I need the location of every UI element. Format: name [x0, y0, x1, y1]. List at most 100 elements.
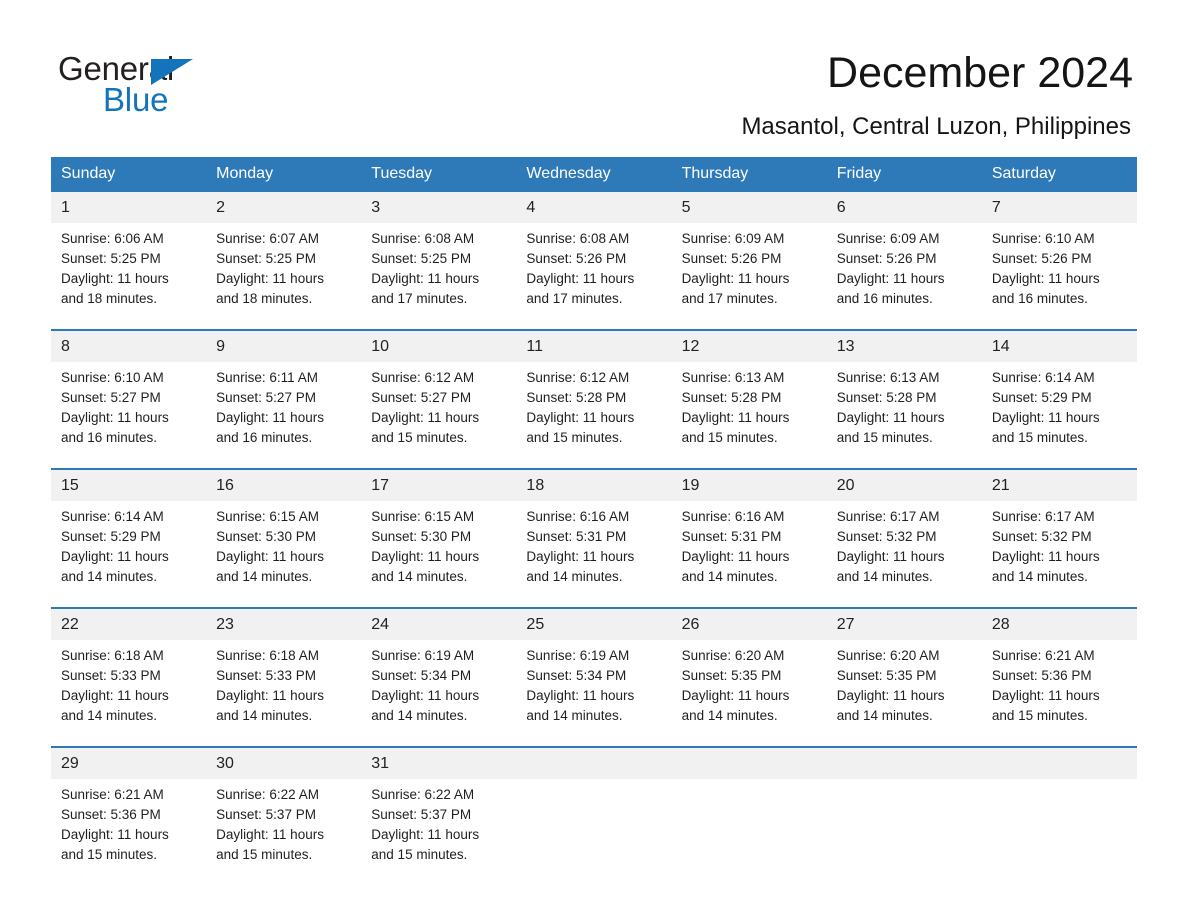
- sunset-text: Sunset: 5:28 PM: [526, 390, 627, 405]
- day-cell[interactable]: Sunrise: 6:14 AM Sunset: 5:29 PM Daylight:…: [981, 362, 1137, 469]
- sunset-text: Sunset: 5:31 PM: [681, 529, 782, 544]
- sunrise-text: Sunrise: 6:15 AM: [371, 509, 475, 524]
- calendar-week-number-row: 15 16 17 18 19 20 21: [51, 468, 1137, 501]
- day-cell[interactable]: Sunrise: 6:20 AM Sunset: 5:35 PM Daylight:…: [671, 640, 827, 747]
- day-cell[interactable]: Sunrise: 6:07 AM Sunset: 5:25 PM Daylight:…: [206, 223, 362, 330]
- calendar-grid: Sunday Monday Tuesday Wednesday Thursday…: [51, 157, 1137, 885]
- daylight-text-line2: and 15 minutes.: [991, 708, 1088, 723]
- day-number[interactable]: 24: [361, 607, 517, 640]
- day-number[interactable]: 9: [206, 329, 362, 362]
- day-cell[interactable]: Sunrise: 6:13 AM Sunset: 5:28 PM Daylight:…: [826, 362, 982, 469]
- calendar-week-detail-row: Sunrise: 6:10 AM Sunset: 5:27 PM Daylight:…: [51, 362, 1137, 469]
- day-number-empty: [981, 746, 1137, 779]
- sunset-text: Sunset: 5:25 PM: [61, 251, 161, 266]
- day-cell[interactable]: Sunrise: 6:15 AM Sunset: 5:30 PM Daylight:…: [361, 501, 517, 608]
- daylight-text-line1: Daylight: 11 hours: [991, 271, 1100, 286]
- daylight-text-line2: and 15 minutes.: [371, 847, 468, 862]
- day-cell-empty: [516, 779, 672, 885]
- day-number[interactable]: 28: [981, 607, 1137, 640]
- day-cell[interactable]: Sunrise: 6:11 AM Sunset: 5:27 PM Daylight:…: [206, 362, 362, 469]
- day-number[interactable]: 25: [516, 607, 672, 640]
- day-number[interactable]: 11: [516, 329, 672, 362]
- day-number[interactable]: 13: [826, 329, 982, 362]
- day-cell[interactable]: Sunrise: 6:21 AM Sunset: 5:36 PM Daylight:…: [981, 640, 1137, 747]
- day-number[interactable]: 10: [361, 329, 517, 362]
- day-cell[interactable]: Sunrise: 6:16 AM Sunset: 5:31 PM Daylight:…: [516, 501, 672, 608]
- general-blue-logo[interactable]: General Blue: [58, 52, 298, 122]
- sunrise-text: Sunrise: 6:06 AM: [61, 231, 164, 246]
- day-cell[interactable]: Sunrise: 6:21 AM Sunset: 5:36 PM Daylight:…: [51, 779, 207, 885]
- day-number[interactable]: 26: [671, 607, 827, 640]
- calendar-week-number-row: 1234567: [51, 192, 1137, 223]
- daylight-text-line1: Daylight: 11 hours: [216, 271, 324, 286]
- day-number[interactable]: 7: [981, 192, 1137, 223]
- day-cell[interactable]: Sunrise: 6:22 AM Sunset: 5:37 PM Daylight:…: [206, 779, 362, 885]
- day-number[interactable]: 20: [826, 468, 982, 501]
- day-cell[interactable]: Sunrise: 6:06 AM Sunset: 5:25 PM Daylight:…: [51, 223, 207, 330]
- day-cell[interactable]: Sunrise: 6:19 AM Sunset: 5:34 PM Daylight:…: [516, 640, 672, 747]
- day-number[interactable]: 31: [361, 746, 517, 779]
- day-cell[interactable]: Sunrise: 6:17 AM Sunset: 5:32 PM Daylight:…: [826, 501, 982, 608]
- day-number[interactable]: 2: [206, 192, 362, 223]
- daylight-text-line2: and 14 minutes.: [991, 569, 1088, 584]
- day-cell[interactable]: Sunrise: 6:18 AM Sunset: 5:33 PM Daylight:…: [206, 640, 362, 747]
- day-number[interactable]: 4: [516, 192, 672, 223]
- daylight-text-line2: and 17 minutes.: [371, 291, 468, 306]
- day-cell[interactable]: Sunrise: 6:08 AM Sunset: 5:26 PM Daylight:…: [516, 223, 672, 330]
- sunrise-text: Sunrise: 6:16 AM: [526, 509, 630, 524]
- daylight-text-line1: Daylight: 11 hours: [216, 827, 324, 842]
- day-number[interactable]: 21: [981, 468, 1137, 501]
- daylight-text-line2: and 14 minutes.: [526, 708, 623, 723]
- daylight-text-line2: and 14 minutes.: [371, 569, 468, 584]
- daylight-text-line1: Daylight: 11 hours: [526, 688, 635, 703]
- day-number[interactable]: 16: [206, 468, 362, 501]
- day-number[interactable]: 18: [516, 468, 672, 501]
- day-cell[interactable]: Sunrise: 6:17 AM Sunset: 5:32 PM Daylight:…: [981, 501, 1137, 608]
- daylight-text-line1: Daylight: 11 hours: [836, 271, 945, 286]
- day-cell[interactable]: Sunrise: 6:20 AM Sunset: 5:35 PM Daylight:…: [826, 640, 982, 747]
- day-cell[interactable]: Sunrise: 6:09 AM Sunset: 5:26 PM Daylight:…: [671, 223, 827, 330]
- sunset-text: Sunset: 5:36 PM: [61, 807, 161, 822]
- daylight-text-line2: and 15 minutes.: [216, 847, 313, 862]
- sunrise-text: Sunrise: 6:17 AM: [836, 509, 940, 524]
- day-number[interactable]: 8: [51, 329, 207, 362]
- day-number[interactable]: 15: [51, 468, 207, 501]
- day-number[interactable]: 1: [51, 192, 207, 223]
- day-cell[interactable]: Sunrise: 6:19 AM Sunset: 5:34 PM Daylight:…: [361, 640, 517, 747]
- sunset-text: Sunset: 5:26 PM: [681, 251, 782, 266]
- day-number[interactable]: 6: [826, 192, 982, 223]
- day-cell[interactable]: Sunrise: 6:10 AM Sunset: 5:26 PM Daylight:…: [981, 223, 1137, 330]
- day-cell[interactable]: Sunrise: 6:12 AM Sunset: 5:28 PM Daylight:…: [516, 362, 672, 469]
- daylight-text-line1: Daylight: 11 hours: [216, 549, 324, 564]
- day-cell[interactable]: Sunrise: 6:15 AM Sunset: 5:30 PM Daylight:…: [206, 501, 362, 608]
- day-number[interactable]: 22: [51, 607, 207, 640]
- day-cell[interactable]: Sunrise: 6:16 AM Sunset: 5:31 PM Daylight:…: [671, 501, 827, 608]
- day-number[interactable]: 3: [361, 192, 517, 223]
- day-number-empty: [516, 746, 672, 779]
- day-cell[interactable]: Sunrise: 6:10 AM Sunset: 5:27 PM Daylight:…: [51, 362, 207, 469]
- weekday-header-friday: Friday: [826, 157, 982, 192]
- day-cell[interactable]: Sunrise: 6:18 AM Sunset: 5:33 PM Daylight:…: [51, 640, 207, 747]
- day-number[interactable]: 17: [361, 468, 517, 501]
- calendar-page: General Blue December 2024 Masantol, Cen…: [0, 0, 1188, 918]
- sunrise-text: Sunrise: 6:22 AM: [216, 787, 319, 802]
- day-number[interactable]: 14: [981, 329, 1137, 362]
- daylight-text-line1: Daylight: 11 hours: [216, 688, 324, 703]
- sunrise-text: Sunrise: 6:12 AM: [526, 370, 630, 385]
- day-cell[interactable]: Sunrise: 6:13 AM Sunset: 5:28 PM Daylight:…: [671, 362, 827, 469]
- day-cell[interactable]: Sunrise: 6:09 AM Sunset: 5:26 PM Daylight:…: [826, 223, 982, 330]
- sunrise-text: Sunrise: 6:08 AM: [371, 231, 475, 246]
- day-number[interactable]: 23: [206, 607, 362, 640]
- day-number[interactable]: 19: [671, 468, 827, 501]
- day-cell[interactable]: Sunrise: 6:14 AM Sunset: 5:29 PM Daylight:…: [51, 501, 207, 608]
- day-number[interactable]: 27: [826, 607, 982, 640]
- day-number[interactable]: 12: [671, 329, 827, 362]
- day-cell[interactable]: Sunrise: 6:12 AM Sunset: 5:27 PM Daylight:…: [361, 362, 517, 469]
- day-cell[interactable]: Sunrise: 6:08 AM Sunset: 5:25 PM Daylight:…: [361, 223, 517, 330]
- day-number[interactable]: 29: [51, 746, 207, 779]
- day-number[interactable]: 30: [206, 746, 362, 779]
- day-cell[interactable]: Sunrise: 6:22 AM Sunset: 5:37 PM Daylight:…: [361, 779, 517, 885]
- daylight-text-line2: and 14 minutes.: [61, 708, 158, 723]
- day-number[interactable]: 5: [671, 192, 827, 223]
- sunrise-text: Sunrise: 6:07 AM: [216, 231, 319, 246]
